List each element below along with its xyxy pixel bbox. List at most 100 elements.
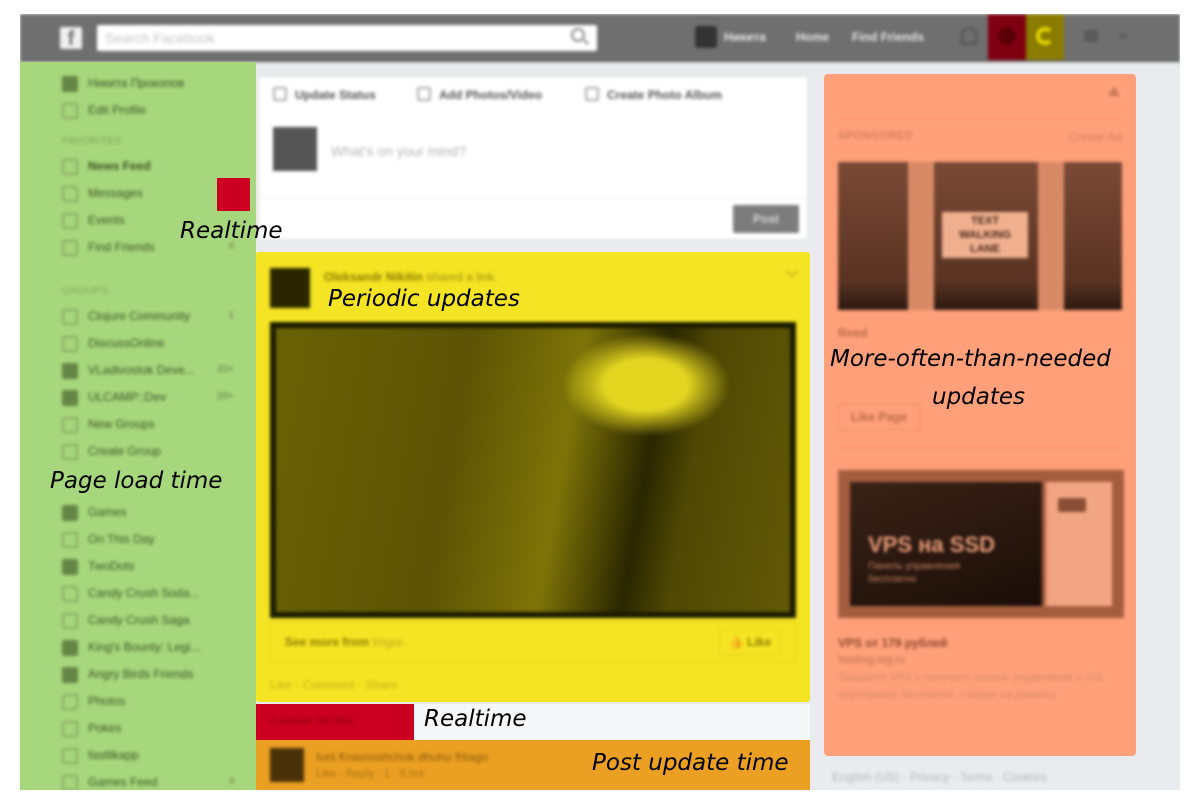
- sidebar-item-label: Edit Profile: [88, 103, 147, 117]
- app-icon: [62, 748, 78, 764]
- annotation-realtime-messages: Realtime: [180, 218, 283, 244]
- post-button[interactable]: Post: [733, 205, 799, 233]
- messages-icon: [62, 186, 78, 202]
- author-name[interactable]: Oleksandr Nikitin: [324, 270, 423, 284]
- tab-add-photos[interactable]: Add Photos/Video: [417, 87, 542, 102]
- sidebar-item-label: New Groups: [88, 417, 155, 431]
- link-preview[interactable]: See more from Imgur. 👍 Like: [270, 622, 796, 662]
- messages-button[interactable]: [988, 14, 1026, 60]
- privacy-lock-icon[interactable]: [1084, 30, 1098, 42]
- post-image[interactable]: [270, 322, 796, 618]
- sidebar-item-app[interactable]: King's Bounty: Legi...: [62, 638, 252, 658]
- ad-description: Закажите VPS и получите панель управлени…: [838, 672, 1106, 701]
- comment-meta[interactable]: Like · Reply · 1 · 5 hrs: [316, 768, 424, 780]
- photos-icon: [62, 694, 78, 710]
- ad-sign: TEXT WALKING LANE: [942, 212, 1028, 258]
- commenter-avatar[interactable]: [270, 748, 304, 782]
- author-avatar[interactable]: [270, 268, 310, 308]
- sidebar-item-group[interactable]: VLadivostok Deve... 20+: [62, 361, 252, 381]
- ad-url[interactable]: hosting.reg.ru: [838, 654, 905, 666]
- annotation-periodic: Periodic updates: [328, 286, 520, 312]
- angry-birds-icon: [62, 667, 78, 683]
- profile-link[interactable]: Никита: [724, 30, 766, 44]
- sidebar-item-label: Pokes: [88, 721, 122, 735]
- divider: [259, 197, 807, 198]
- sidebar-item-label: News Feed: [88, 159, 151, 173]
- tab-update-status[interactable]: Update Status: [273, 87, 376, 102]
- sidebar-item-edit-profile[interactable]: Edit Profile: [62, 101, 252, 121]
- friends-icon: [960, 27, 978, 45]
- annotation-updates: updates: [932, 384, 1026, 410]
- chevron-down-icon[interactable]: [1118, 34, 1128, 39]
- ad-page-name[interactable]: Reed: [838, 326, 867, 340]
- sidebar-item-label: VLadivostok Deve...: [88, 363, 195, 377]
- pencil-icon: [273, 87, 287, 101]
- friend-requests-button[interactable]: [950, 14, 988, 60]
- group-icon: [62, 390, 78, 406]
- ad-title[interactable]: VPS от 179 рублей: [838, 636, 947, 650]
- sidebar-item-app[interactable]: Pokes: [62, 719, 252, 739]
- sidebar-item-group[interactable]: DiscussOnline: [62, 334, 252, 354]
- chevron-down-icon[interactable]: [786, 266, 798, 278]
- game-icon: [62, 640, 78, 656]
- sidebar-item-news-feed[interactable]: News Feed: [62, 157, 252, 177]
- ads-column: SPONSORED Create Ad TEXT WALKING LANE Reed…: [824, 74, 1136, 756]
- create-ad-link[interactable]: Create Ad: [1069, 130, 1122, 144]
- like-page-button[interactable]: Like Page: [838, 404, 920, 430]
- sidebar-item-app[interactable]: Candy Crush Saga: [62, 611, 252, 631]
- ad-image-1[interactable]: TEXT WALKING LANE: [838, 162, 1122, 310]
- sidebar-item-app[interactable]: TwoDots: [62, 557, 252, 577]
- sidebar-item-app[interactable]: Games: [62, 503, 252, 523]
- search-icon[interactable]: [571, 28, 585, 42]
- sidebar-item-label: Candy Crush Saga: [88, 613, 190, 627]
- sidebar-item-app[interactable]: fastlikapp: [62, 746, 252, 766]
- search-input[interactable]: Search Facebook: [97, 25, 597, 51]
- news-feed-icon: [62, 159, 78, 175]
- notifications-button[interactable]: [1026, 14, 1064, 60]
- likes-count[interactable]: 4 people like this.: [270, 715, 355, 727]
- lightbulb-icon: [62, 336, 78, 352]
- games-feed-icon: [62, 775, 78, 790]
- facebook-screenshot: f Search Facebook Никита Home Find Frien…: [20, 14, 1180, 790]
- sidebar-item-label: Candy Crush Soda...: [88, 586, 200, 600]
- status-input[interactable]: What's on your mind?: [331, 143, 466, 159]
- favorites-heading: FAVORITES: [62, 136, 122, 147]
- camera-icon: [417, 87, 431, 101]
- sidebar-item-app[interactable]: Photos: [62, 692, 252, 712]
- sidebar-item-label: Angry Birds Friends: [88, 667, 194, 681]
- warning-icon[interactable]: [1108, 86, 1120, 96]
- reg-ru-logo: [1058, 498, 1086, 512]
- sidebar-item-label: King's Bounty: Legi...: [88, 640, 201, 654]
- ad-image-2[interactable]: VPS на SSD Панель управления бесплатно: [838, 470, 1124, 618]
- album-icon: [585, 87, 599, 101]
- messages-icon: [998, 27, 1016, 45]
- divider: [838, 118, 1122, 119]
- post-actions[interactable]: Like · Comment · Share: [270, 678, 397, 692]
- sidebar-item-new-groups[interactable]: New Groups: [62, 415, 252, 435]
- like-page-button[interactable]: 👍 Like: [719, 629, 781, 655]
- sidebar-item-create-group[interactable]: Create Group: [62, 442, 252, 462]
- pokes-icon: [62, 721, 78, 737]
- sidebar-item-app[interactable]: Angry Birds Friends: [62, 665, 252, 685]
- count-badge: 20+: [217, 391, 234, 402]
- sidebar-item-label: TwoDots: [88, 559, 135, 573]
- sidebar-item-app[interactable]: Candy Crush Soda...: [62, 584, 252, 604]
- sidebar-item-group[interactable]: ULCAMP::Dev 20+: [62, 388, 252, 408]
- sidebar-item-label: ULCAMP::Dev: [88, 390, 167, 404]
- divider: [838, 448, 1122, 449]
- sidebar-item-group[interactable]: Clojure Community 1: [62, 307, 252, 327]
- find-friends-link[interactable]: Find Friends: [852, 30, 924, 44]
- sidebar-item-label: Games: [88, 505, 127, 519]
- sidebar-item-app[interactable]: Games Feed 4: [62, 773, 252, 790]
- feed-post: Oleksandr Nikitin shared a link. See mor…: [256, 252, 810, 702]
- sidebar-item-profile[interactable]: Никита Прокопов: [62, 74, 252, 94]
- sidebar-item-app[interactable]: On This Day: [62, 530, 252, 550]
- sidebar-item-label: Events: [88, 213, 125, 227]
- home-link[interactable]: Home: [796, 30, 829, 44]
- sponsored-label: SPONSORED: [838, 130, 913, 142]
- facebook-logo[interactable]: f: [60, 27, 82, 50]
- footer-links[interactable]: English (US) · Privacy · Terms · Cookies: [832, 770, 1047, 784]
- profile-avatar[interactable]: [695, 26, 717, 48]
- count-badge: 1: [228, 310, 234, 321]
- tab-create-album[interactable]: Create Photo Album: [585, 87, 722, 102]
